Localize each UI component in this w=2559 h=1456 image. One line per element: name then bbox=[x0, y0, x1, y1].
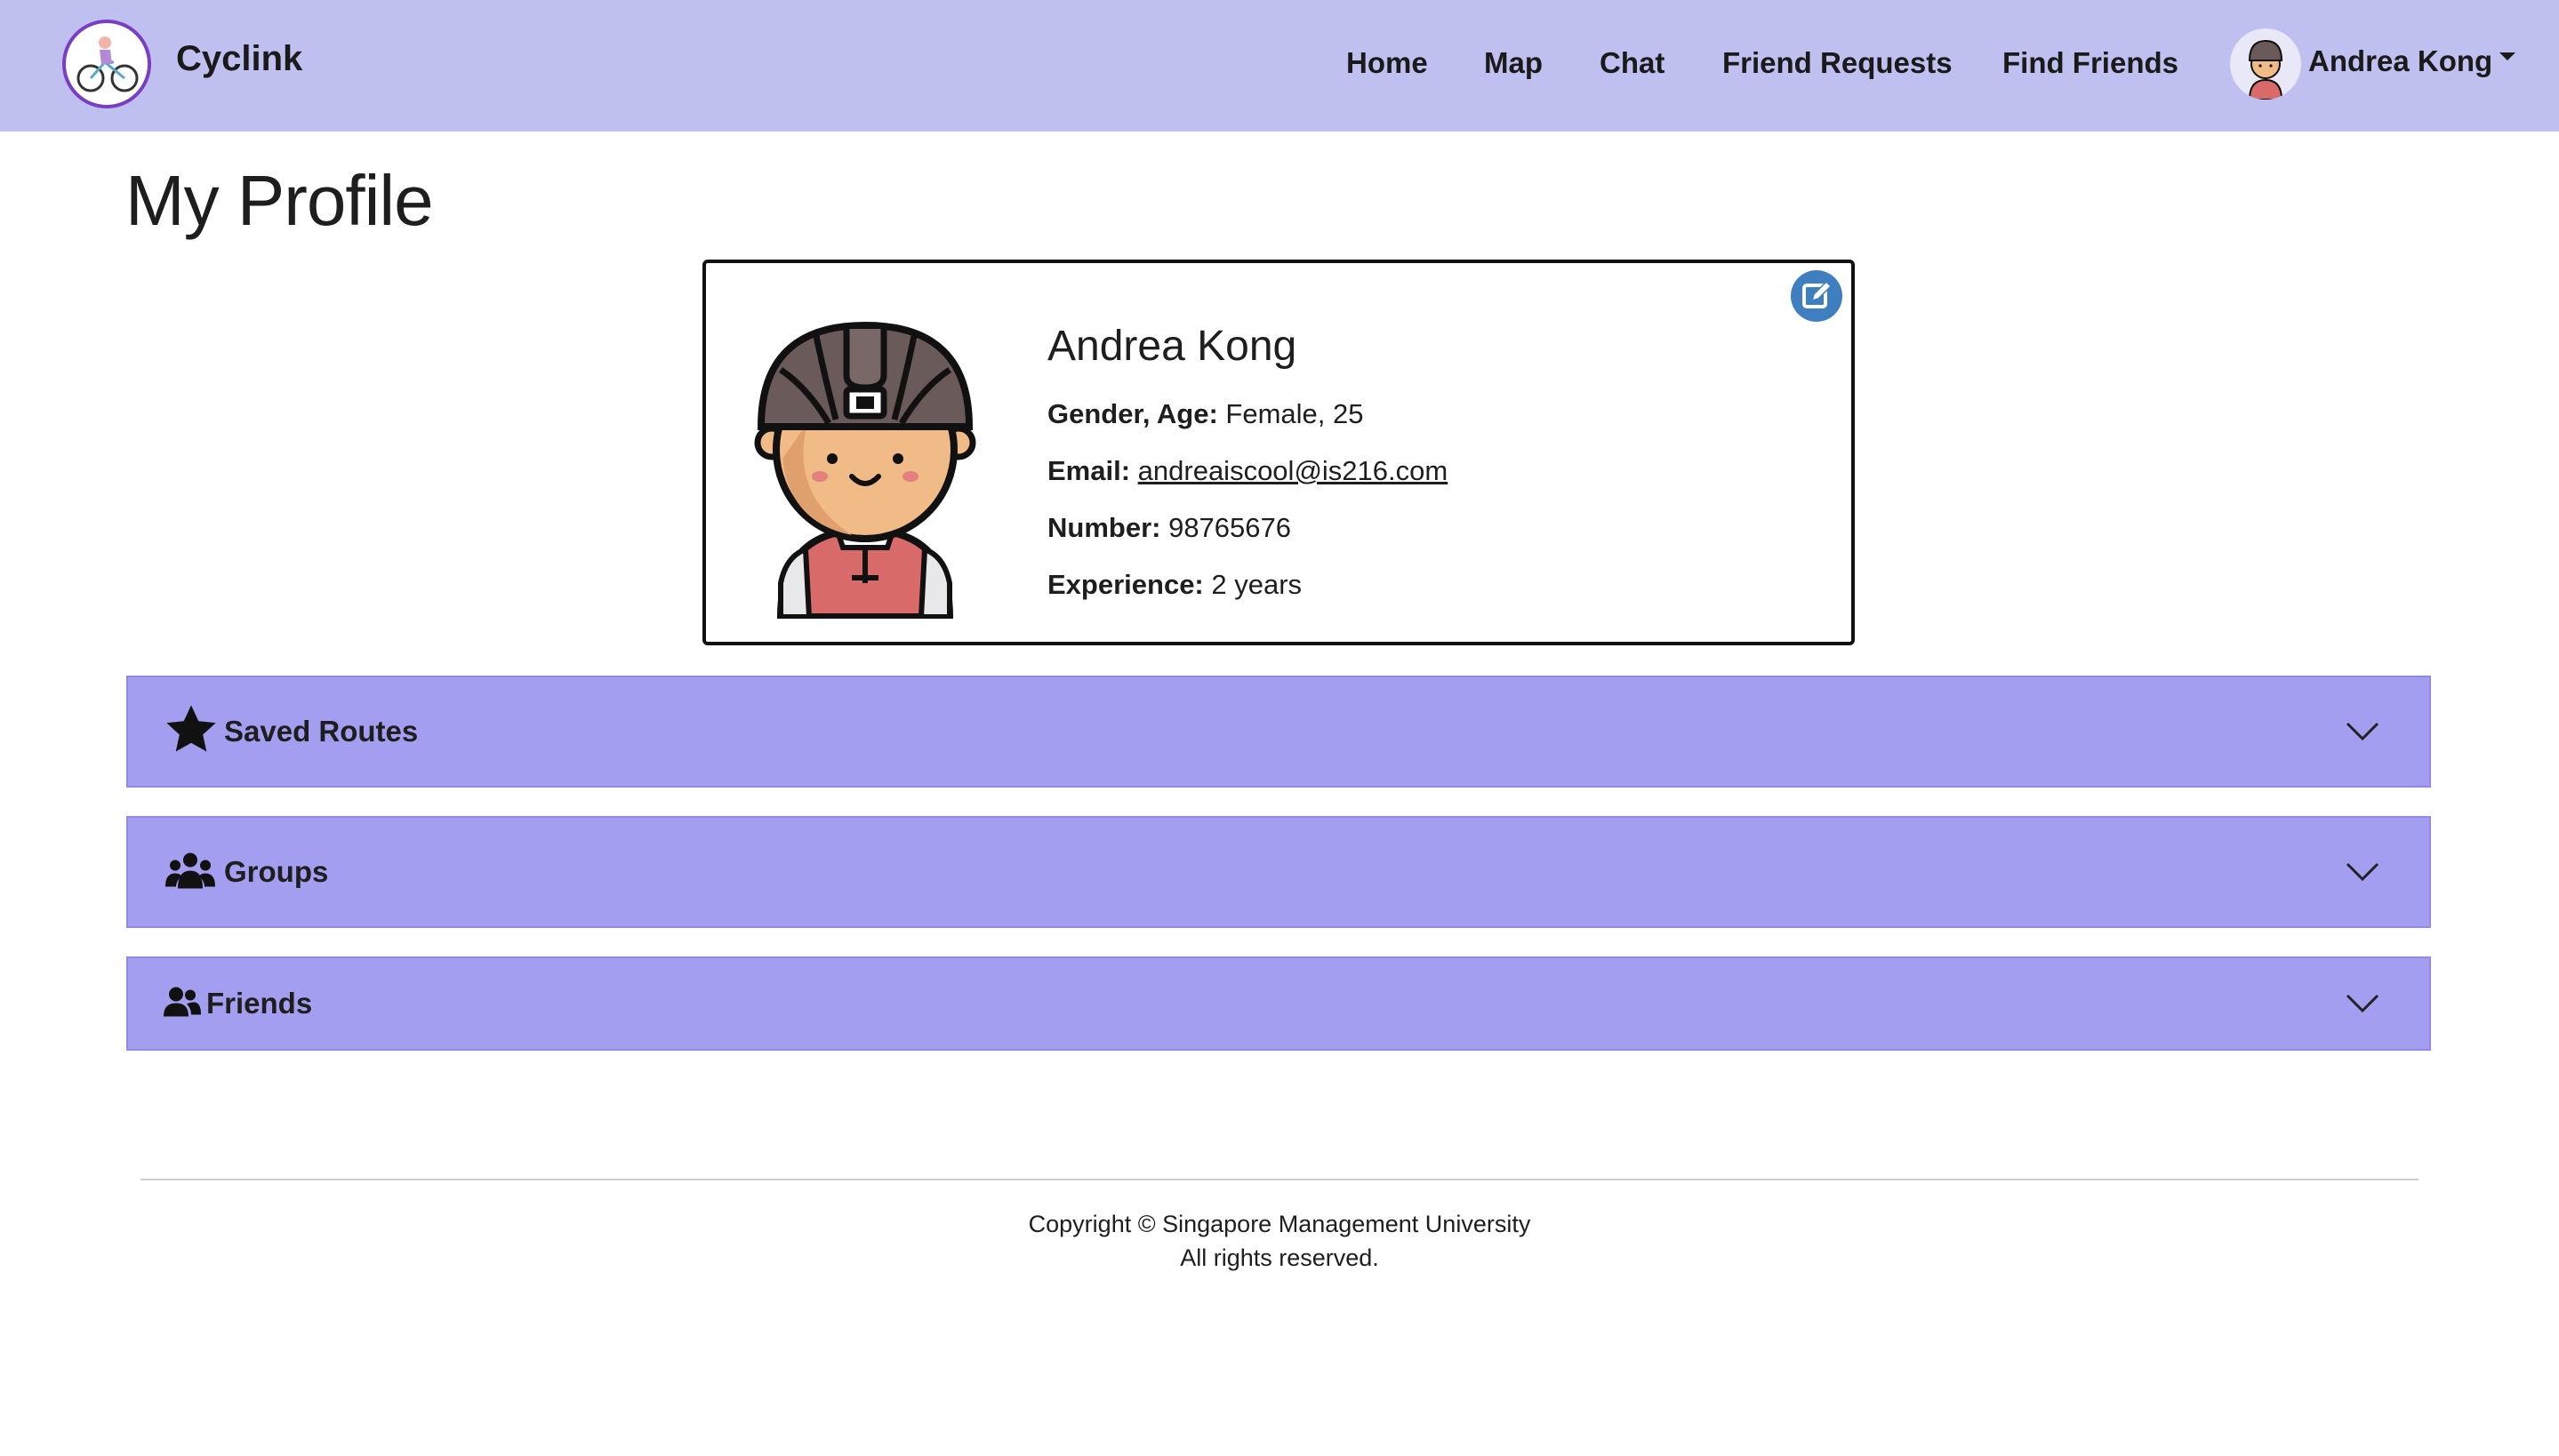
email-label: Email: bbox=[1047, 455, 1131, 486]
experience-label: Experience: bbox=[1047, 569, 1204, 600]
bicycle-logo-icon[interactable] bbox=[62, 20, 151, 108]
accordion-groups[interactable]: Groups bbox=[126, 816, 2431, 928]
accordion-saved-routes[interactable]: Saved Routes bbox=[126, 676, 2431, 788]
experience-value: 2 years bbox=[1211, 569, 1303, 600]
brand-name[interactable]: Cyclink bbox=[176, 39, 302, 79]
profile-experience: Experience: 2 years bbox=[1047, 569, 1302, 601]
star-icon bbox=[164, 702, 219, 762]
saved-routes-label: Saved Routes bbox=[224, 715, 419, 748]
user-name: Andrea Kong bbox=[2308, 44, 2493, 77]
profile-gender-age: Gender, Age: Female, 25 bbox=[1047, 398, 1364, 430]
gender-age-value: Female, 25 bbox=[1225, 398, 1364, 429]
navbar: Cyclink Home Map Chat Friend Requests Fi… bbox=[0, 0, 2559, 132]
page-title: My Profile bbox=[125, 161, 434, 240]
friends-icon bbox=[164, 987, 201, 1021]
user-avatar[interactable] bbox=[2230, 28, 2301, 100]
groups-label: Groups bbox=[224, 855, 329, 888]
edit-icon[interactable] bbox=[1791, 270, 1842, 322]
number-value: 98765676 bbox=[1168, 512, 1292, 543]
user-menu-toggle[interactable]: Andrea Kong bbox=[2308, 44, 2516, 78]
chevron-down-icon bbox=[2346, 862, 2379, 882]
groups-icon bbox=[165, 852, 215, 893]
nav-map[interactable]: Map bbox=[1484, 46, 1543, 80]
number-label: Number: bbox=[1047, 512, 1161, 543]
nav-find-friends[interactable]: Find Friends bbox=[2002, 46, 2178, 80]
cyclist-avatar bbox=[754, 316, 976, 620]
nav-friend-requests[interactable]: Friend Requests bbox=[1722, 46, 1953, 80]
profile-email: Email: andreaiscool@is216.com bbox=[1047, 455, 1448, 487]
footer-rights: All rights reserved. bbox=[1180, 1244, 1379, 1271]
chevron-down-icon bbox=[2346, 722, 2379, 741]
nav-chat[interactable]: Chat bbox=[1600, 46, 1665, 80]
footer-divider bbox=[140, 1179, 2419, 1180]
profile-name: Andrea Kong bbox=[1047, 323, 1297, 370]
nav-home[interactable]: Home bbox=[1346, 46, 1428, 80]
footer-copyright: Copyright © Singapore Management Univers… bbox=[1028, 1211, 1531, 1237]
gender-age-label: Gender, Age: bbox=[1047, 398, 1218, 429]
caret-down-icon bbox=[2499, 52, 2516, 60]
friends-label: Friends bbox=[206, 987, 313, 1020]
accordion-friends[interactable]: Friends bbox=[126, 956, 2431, 1051]
email-link[interactable]: andreaiscool@is216.com bbox=[1138, 455, 1448, 486]
chevron-down-icon bbox=[2346, 994, 2379, 1013]
profile-number: Number: 98765676 bbox=[1047, 512, 1291, 544]
